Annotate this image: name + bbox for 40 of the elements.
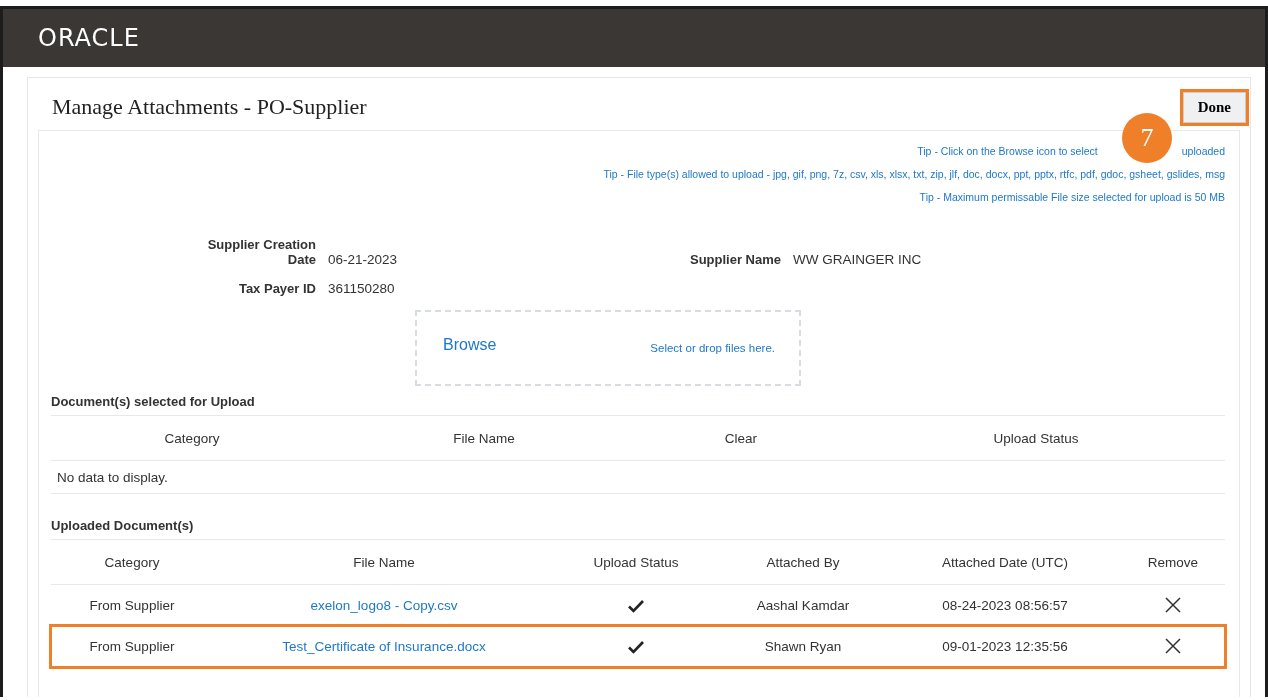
- done-button[interactable]: Done: [1182, 91, 1246, 123]
- file-drop-zone[interactable]: Browse Select or drop files here.: [415, 310, 801, 386]
- column-header: Clear: [635, 416, 847, 461]
- section-title: Uploaded Document(s): [51, 510, 1225, 540]
- section-title: Document(s) selected for Upload: [51, 386, 1225, 416]
- field-value: 06-21-2023: [328, 252, 398, 267]
- table-cell: From Supplier: [51, 584, 213, 626]
- tip-text: Tip - Maximum permissable File size selected for upload is 50 MB: [919, 191, 1225, 203]
- field-value: 361150280: [328, 281, 395, 296]
- table-cell: Aashal Kamdar: [717, 584, 889, 626]
- column-header: File Name: [213, 540, 555, 585]
- close-icon[interactable]: [1165, 597, 1181, 614]
- column-header: Upload Status: [555, 540, 717, 585]
- step-badge: 7: [1122, 113, 1172, 163]
- oracle-logo: ORACLE: [38, 24, 140, 52]
- table-cell: 09-01-2023 12:35:56: [889, 625, 1121, 667]
- table-cell: From Supplier: [51, 625, 213, 667]
- close-icon[interactable]: [1165, 638, 1181, 655]
- browse-link[interactable]: Browse: [443, 336, 497, 354]
- field-value: WW GRAINGER INC: [793, 252, 922, 267]
- field-label: Supplier Creation Date: [206, 237, 316, 267]
- file-link[interactable]: exelon_logo8 - Copy.csv: [310, 597, 458, 613]
- tip-text: Tip - File type(s) allowed to upload - jpg, gif, png, 7z, csv, xls, xlsx, txt, zip, jlf, doc, docx, ppt, pptx, rtfc, pdf, gdoc, gsheet, gslides, msg: [603, 168, 1225, 180]
- table-cell: 08-24-2023 08:56:57: [889, 584, 1121, 626]
- column-header: Upload Status: [847, 416, 1225, 461]
- tip-text: Tip - Click on the Browse icon to select: [917, 145, 1098, 157]
- page-title: Manage Attachments - PO-Supplier: [52, 94, 367, 120]
- empty-message: No data to display.: [51, 460, 1225, 494]
- file-link[interactable]: Test_Certificate of Insurance.docx: [282, 638, 486, 654]
- table-cell: Shawn Ryan: [717, 625, 889, 667]
- field-label: Supplier Name: [688, 252, 781, 267]
- column-header: Attached By: [717, 540, 889, 585]
- column-header: Attached Date (UTC): [889, 540, 1121, 585]
- column-header: Remove: [1121, 540, 1225, 585]
- column-header: Category: [51, 416, 333, 461]
- field-label: Tax Payer ID: [237, 281, 316, 296]
- tip-text: uploaded: [1181, 145, 1225, 157]
- drop-hint: Select or drop files here.: [650, 342, 775, 354]
- column-header: File Name: [333, 416, 635, 461]
- column-header: Category: [51, 540, 213, 585]
